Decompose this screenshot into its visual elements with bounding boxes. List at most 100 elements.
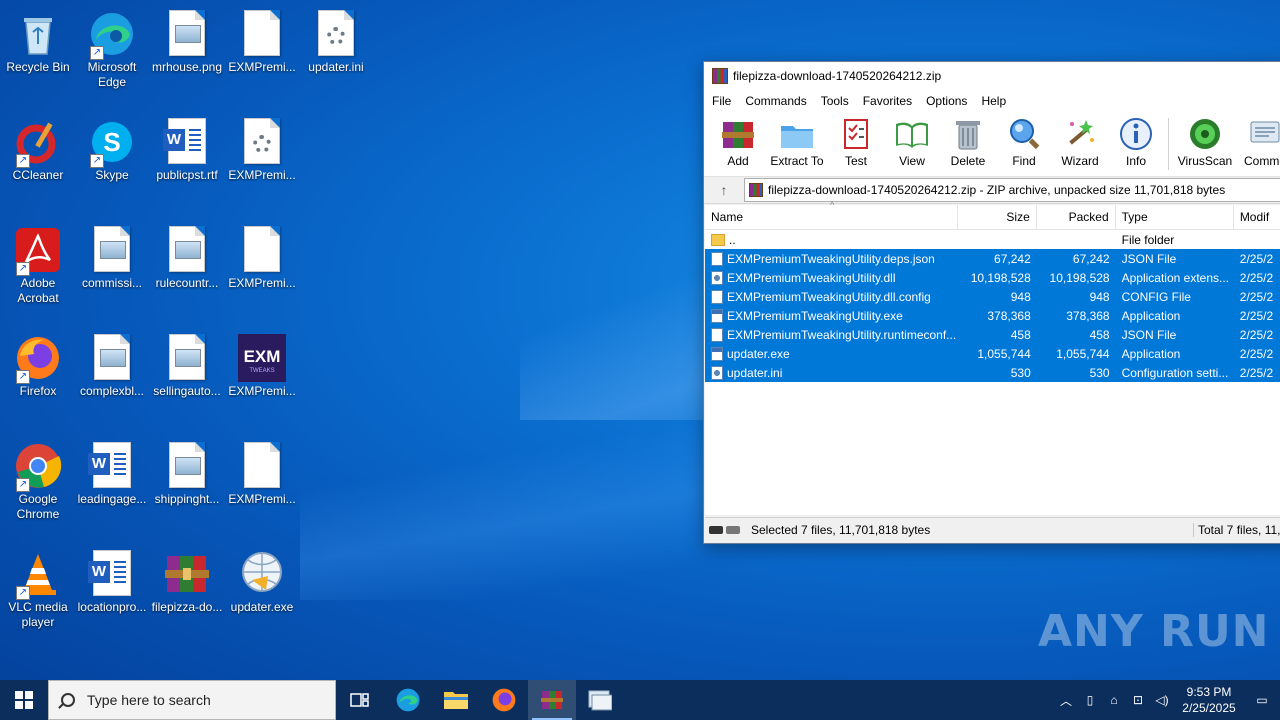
desktop-icon-locationpro[interactable]: W locationpro...: [74, 544, 150, 615]
up-arrow-icon[interactable]: ↑: [704, 182, 744, 198]
blank-file-icon: [244, 442, 280, 488]
taskbar-firefox[interactable]: [480, 680, 528, 720]
view-button[interactable]: View: [884, 112, 940, 168]
info-button[interactable]: Info: [1108, 112, 1164, 168]
desktop-icon-filepizza-zip[interactable]: filepizza-do...: [149, 544, 225, 615]
status-bar: Selected 7 files, 11,701,818 bytes Total…: [705, 517, 1280, 542]
folder-extract-icon: [779, 116, 815, 152]
file-row-parent[interactable]: .. File folder: [705, 230, 1280, 249]
desktop-icon-recycle-bin[interactable]: Recycle Bin: [0, 4, 76, 75]
test-button[interactable]: Test: [828, 112, 884, 168]
word-document-icon: W: [88, 442, 131, 488]
desktop-icon-edge[interactable]: ↗ Microsoft Edge: [74, 4, 150, 90]
taskbar-file-explorer[interactable]: [432, 680, 480, 720]
virusscan-button[interactable]: VirusScan: [1173, 112, 1237, 168]
desktop-icon-label: Firefox: [19, 384, 57, 398]
taskbar-winrar[interactable]: [528, 680, 576, 720]
menu-commands[interactable]: Commands: [745, 94, 806, 108]
desktop-icon-label: locationpro...: [77, 600, 147, 614]
file-row[interactable]: EXMPremiumTweakingUtility.deps.json 67,2…: [705, 249, 1280, 268]
desktop-icon-label: EXMPremi...: [228, 60, 296, 74]
desktop-icon-rulecountr[interactable]: rulecountr...: [149, 220, 225, 291]
vlc-cone-icon: ↗: [14, 550, 62, 600]
desktop-icon-vlc[interactable]: ↗ VLC media player: [0, 544, 76, 630]
menu-help[interactable]: Help: [981, 94, 1006, 108]
volume-icon[interactable]: ◁): [1150, 693, 1174, 707]
notification-icon[interactable]: ▭: [1244, 693, 1280, 707]
window-titlebar[interactable]: filepizza-download-1740520264212.zip: [704, 62, 1280, 90]
firefox-icon: [492, 688, 516, 712]
desktop-icon-exmpremi-2[interactable]: EXMPremi...: [224, 112, 300, 183]
clock[interactable]: 9:53 PM 2/25/2025: [1174, 684, 1244, 716]
menu-favorites[interactable]: Favorites: [863, 94, 912, 108]
archive-path-field[interactable]: filepizza-download-1740520264212.zip - Z…: [744, 178, 1280, 202]
desktop-icon-exmpremi-4[interactable]: EXM TWEAKS EXMPremi...: [224, 328, 300, 399]
config-file-icon: [318, 10, 354, 56]
magnifier-icon: [1006, 116, 1042, 152]
chevron-up-icon[interactable]: ︿: [1054, 692, 1078, 709]
desktop-icon-publicpst[interactable]: W publicpst.rtf: [149, 112, 225, 183]
file-row[interactable]: updater.exe 1,055,744 1,055,744 Applicat…: [705, 344, 1280, 363]
desktop-icon-label: Adobe Acrobat: [17, 276, 59, 305]
image-file-icon: [169, 442, 205, 488]
dll-file-icon: [711, 270, 723, 285]
file-row[interactable]: EXMPremiumTweakingUtility.exe 378,368 37…: [705, 306, 1280, 325]
file-list[interactable]: ^ Name Size Packed Type Modif .. File fo…: [705, 200, 1280, 515]
desktop-icon-adobe-acrobat[interactable]: ↗ Adobe Acrobat: [0, 220, 76, 306]
desktop-icon-exmpremi-1[interactable]: EXMPremi...: [224, 4, 300, 75]
desktop-icon-google-chrome[interactable]: ↗ Google Chrome: [0, 436, 76, 522]
column-type[interactable]: Type: [1116, 205, 1234, 229]
menu-options[interactable]: Options: [926, 94, 967, 108]
desktop-icon-label: sellingauto...: [153, 384, 221, 398]
file-row[interactable]: updater.ini 530 530 Configuration setti.…: [705, 363, 1280, 382]
menu-tools[interactable]: Tools: [821, 94, 849, 108]
network-icon[interactable]: ⊡: [1126, 693, 1150, 707]
desktop-icon-sellingauto[interactable]: sellingauto...: [149, 328, 225, 399]
desktop-icon-skype[interactable]: S ↗ Skype: [74, 112, 150, 183]
add-button[interactable]: Add: [710, 112, 766, 168]
desktop-icon-complexbl[interactable]: complexbl...: [74, 328, 150, 399]
virus-scan-icon: [1187, 116, 1223, 152]
start-button[interactable]: [0, 680, 48, 720]
desktop-icon-leadingage[interactable]: W leadingage...: [74, 436, 150, 507]
svg-text:TWEAKS: TWEAKS: [249, 368, 274, 374]
menu-file[interactable]: File: [712, 94, 731, 108]
desktop-icon-mrhouse[interactable]: mrhouse.png: [149, 4, 225, 75]
battery-icon[interactable]: ⌂: [1102, 693, 1126, 707]
taskbar-search-box[interactable]: Type here to search: [48, 680, 336, 720]
extract-to-button[interactable]: Extract To: [766, 112, 828, 168]
svg-text:S: S: [103, 127, 120, 157]
shortcut-arrow-icon: ↗: [16, 154, 30, 168]
column-modified[interactable]: Modif: [1234, 205, 1280, 229]
task-view-button[interactable]: [336, 680, 384, 720]
system-tray: ︿ ▯ ⌂ ⊡ ◁) 9:53 PM 2/25/2025 ▭: [1054, 680, 1280, 720]
desktop-icon-shippinght[interactable]: shippinght...: [149, 436, 225, 507]
shortcut-arrow-icon: ↗: [16, 586, 30, 600]
desktop-icon-updater-ini[interactable]: updater.ini: [298, 4, 374, 75]
delete-button[interactable]: Delete: [940, 112, 996, 168]
taskbar-edge[interactable]: [384, 680, 432, 720]
column-packed[interactable]: Packed: [1037, 205, 1116, 229]
file-row[interactable]: EXMPremiumTweakingUtility.runtimeconf...…: [705, 325, 1280, 344]
winrar-window[interactable]: filepizza-download-1740520264212.zip Fil…: [703, 61, 1280, 544]
taskbar-app[interactable]: [576, 680, 624, 720]
comment-button[interactable]: Comme: [1237, 112, 1280, 168]
desktop-icon-label: publicpst.rtf: [156, 168, 218, 182]
menu-bar: File Commands Tools Favorites Options He…: [704, 90, 1280, 112]
desktop-icon-commissi[interactable]: commissi...: [74, 220, 150, 291]
wizard-button[interactable]: Wizard: [1052, 112, 1108, 168]
anyrun-watermark: ANY RUN: [1038, 606, 1270, 657]
desktop-icon-exmpremi-3[interactable]: EXMPremi...: [224, 220, 300, 291]
desktop-icon-exmpremi-5[interactable]: EXMPremi...: [224, 436, 300, 507]
shortcut-arrow-icon: ↗: [16, 370, 30, 384]
desktop-icon-ccleaner[interactable]: ↗ CCleaner: [0, 112, 76, 183]
find-button[interactable]: Find: [996, 112, 1052, 168]
column-size[interactable]: Size: [958, 205, 1037, 229]
desktop-icon-firefox[interactable]: ↗ Firefox: [0, 328, 76, 399]
file-row[interactable]: EXMPremiumTweakingUtility.dll 10,198,528…: [705, 268, 1280, 287]
tablet-icon[interactable]: ▯: [1078, 693, 1102, 707]
file-row[interactable]: EXMPremiumTweakingUtility.dll.config 948…: [705, 287, 1280, 306]
desktop-icon-updater-exe[interactable]: updater.exe: [224, 544, 300, 615]
desktop-icon-label: EXMPremi...: [228, 492, 296, 506]
search-placeholder: Type here to search: [87, 692, 211, 708]
